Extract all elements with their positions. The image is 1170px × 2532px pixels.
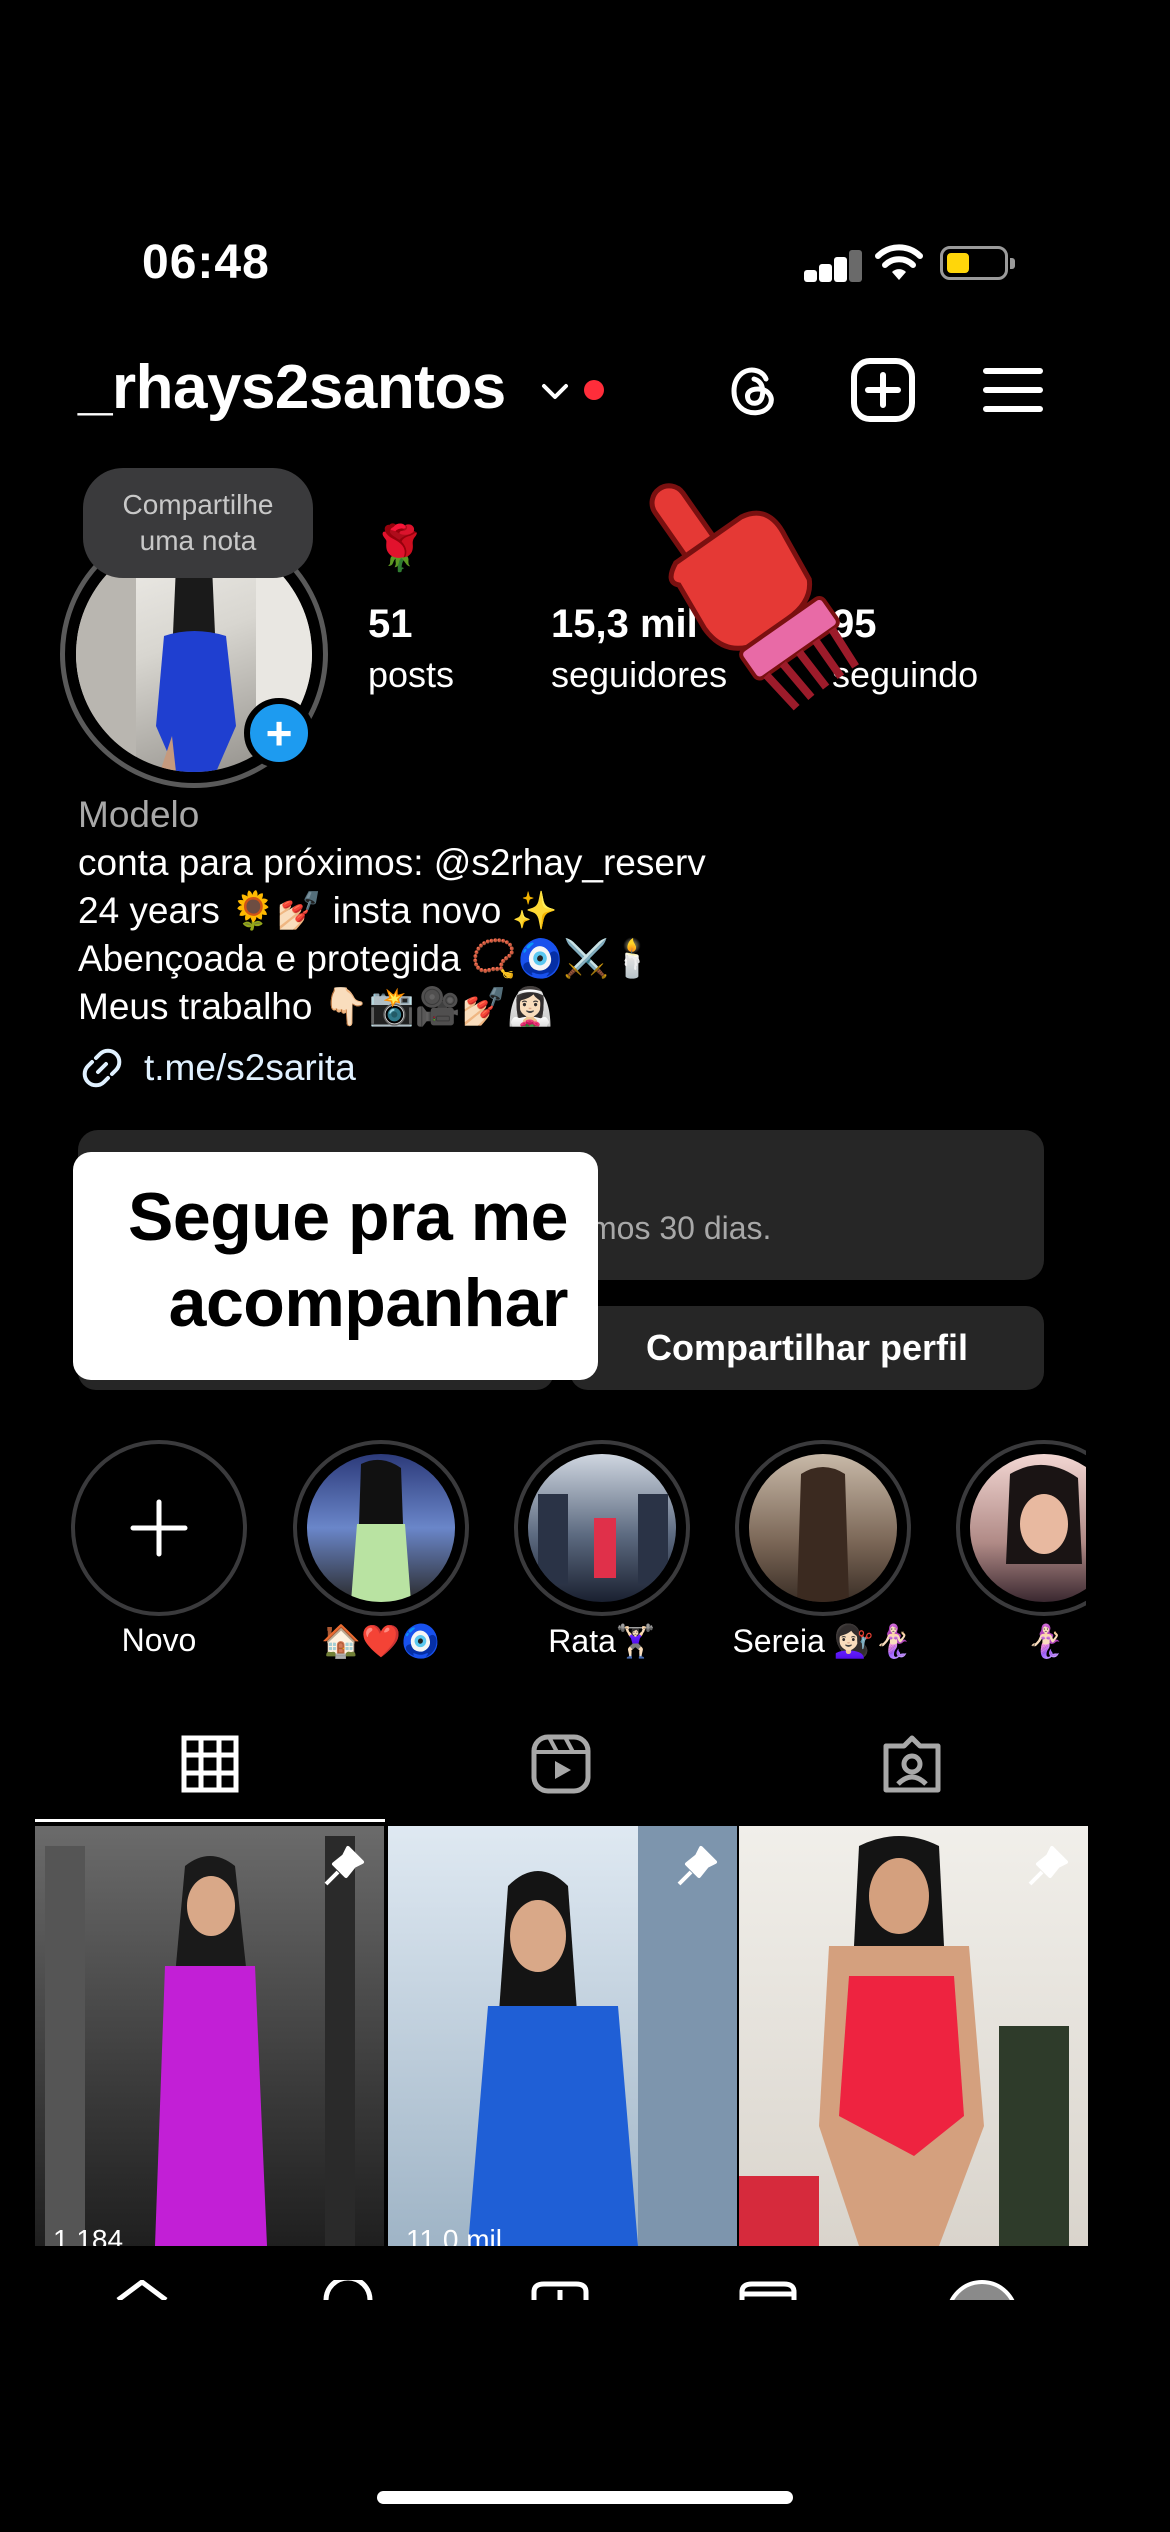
chevron-down-icon[interactable]: [540, 380, 570, 404]
highlight-label-home[interactable]: 🏠❤️🧿: [271, 1622, 491, 1660]
wifi-icon: [875, 244, 923, 280]
posts-label[interactable]: posts: [368, 654, 454, 696]
sticker-line-1: Segue pra me: [128, 1179, 568, 1255]
profile-category: Modelo: [78, 794, 200, 835]
threads-icon[interactable]: [718, 355, 788, 425]
profile-avatar-tab[interactable]: [946, 2280, 1018, 2300]
battery-icon: [940, 246, 1015, 280]
bio-line-4: Meus trabalho 👇🏻📸🎥💅🏻👰🏻‍♀️: [78, 986, 554, 1027]
pointing-hand-sticker: [649, 483, 859, 711]
cellular-signal-icon: [804, 248, 862, 282]
posts-count[interactable]: 51: [368, 602, 413, 647]
bio-link[interactable]: t.me/s2sarita: [78, 1044, 356, 1092]
home-icon[interactable]: [112, 2280, 172, 2300]
highlight-rata[interactable]: [514, 1440, 690, 1616]
post-views-2: 11,0 mil: [406, 2224, 502, 2246]
dashboard-subtitle: mos 30 dias.: [590, 1210, 772, 1246]
plus-icon: [130, 1499, 188, 1557]
sticker-line-2: acompanhar: [168, 1265, 569, 1341]
menu-icon[interactable]: [978, 355, 1048, 425]
bio-line-2: 24 years 🌻💅🏻 insta novo ✨: [78, 890, 558, 931]
text-sticker-overlay: Segue pra me acompanhar: [73, 1152, 598, 1380]
pin-icon: [324, 1846, 364, 1886]
highlight-label-rata[interactable]: Rata🏋🏻‍♀️: [492, 1622, 712, 1660]
highlight-label-new[interactable]: Novo: [49, 1622, 269, 1659]
home-indicator[interactable]: [377, 2491, 793, 2504]
post-thumbnail-3[interactable]: [739, 1826, 1088, 2246]
highlight-label-mermaid[interactable]: 🧜🏻‍♀️: [936, 1622, 1156, 1660]
post-thumbnail-2[interactable]: 11,0 mil: [388, 1826, 737, 2246]
pin-icon: [677, 1846, 717, 1886]
account-username[interactable]: _rhays2santos: [78, 352, 506, 423]
post-thumbnail-1[interactable]: 1.184: [35, 1826, 384, 2246]
highlight-new[interactable]: [71, 1440, 247, 1616]
link-icon: [82, 1048, 122, 1088]
notification-dot: [584, 380, 604, 400]
post-views-1: 1.184: [53, 2224, 124, 2246]
highlight-clip: [956, 1432, 1086, 1632]
note-bubble[interactable]: Compartilhe uma nota: [83, 468, 313, 578]
highlight-mermaid[interactable]: [956, 1440, 1086, 1616]
add-story-button[interactable]: +: [244, 698, 314, 768]
note-rose: 🌹: [372, 524, 427, 573]
active-tab-indicator: [35, 1819, 385, 1822]
reels-icon[interactable]: [738, 2280, 798, 2300]
tagged-tab-icon[interactable]: [880, 1732, 944, 1796]
bio-line-1: conta para próximos: @s2rhay_reserv: [78, 842, 706, 883]
grid-tab-icon[interactable]: [178, 1732, 242, 1796]
highlight-home[interactable]: [293, 1440, 469, 1616]
bio-line-3: Abençoada e protegida 📿🧿⚔️🕯️: [78, 938, 656, 979]
bio-link-text[interactable]: t.me/s2sarita: [144, 1047, 356, 1089]
pin-icon: [1028, 1846, 1068, 1886]
create-new-icon[interactable]: [848, 355, 918, 425]
create-icon[interactable]: [530, 2280, 590, 2300]
reels-tab-icon[interactable]: [529, 1732, 593, 1796]
highlight-label-sereia[interactable]: Sereia 💇🏻‍♀️🧜🏻‍♀️: [713, 1622, 933, 1660]
search-icon[interactable]: [320, 2280, 376, 2300]
status-time: 06:48: [142, 236, 270, 289]
share-profile-button[interactable]: Compartilhar perfil: [570, 1306, 1044, 1390]
highlight-sereia[interactable]: [735, 1440, 911, 1616]
